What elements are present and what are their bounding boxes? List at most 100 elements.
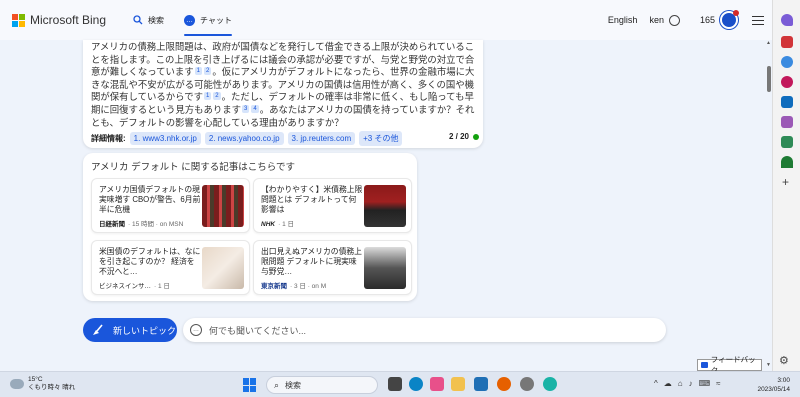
weather-desc: くもり時々 晴れ bbox=[28, 384, 76, 391]
taskbar-search[interactable]: ⌕ 検索 bbox=[266, 376, 378, 394]
start-button[interactable] bbox=[243, 378, 257, 392]
answer-card: アメリカの債務上限問題は、政府が国債などを発行して借金できる上限が決められている… bbox=[83, 40, 483, 148]
news-source: 東京新聞 bbox=[261, 283, 287, 290]
tab-search[interactable]: 検索 bbox=[132, 0, 164, 40]
microsoft-logo-icon bbox=[12, 13, 25, 27]
top-bar: Microsoft Bing 検索 … チャット English ken 165 bbox=[0, 0, 772, 40]
news-meta: NHK · 1 日 bbox=[261, 218, 365, 228]
news-headline: 【わかりやすく】米債務上限問題とは デフォルトって何 影響は bbox=[261, 185, 363, 215]
news-meta: 東京新聞 · 3 日 · on M bbox=[261, 280, 365, 290]
news-card[interactable]: 【わかりやすく】米債務上限問題とは デフォルトって何 影響は NHK · 1 日 bbox=[253, 178, 412, 233]
answer-text: アメリカの債務上限問題は、政府が国債などを発行して借金できる上限が決められている… bbox=[91, 41, 479, 129]
cloud-tray-icon[interactable]: ☁ bbox=[664, 379, 672, 388]
news-card[interactable]: 米国債のデフォルトは、なにを引き起こすのか？ 経済を不況へと… ビジネスインサ…… bbox=[91, 240, 250, 295]
rewards-points[interactable]: 165 bbox=[700, 15, 715, 25]
wifi-icon[interactable]: ≈ bbox=[716, 379, 720, 388]
new-topic-label: 新しいトピック bbox=[113, 325, 177, 336]
system-tray[interactable]: ^ ☁ ⌂ ♪ ⌨ ≈ bbox=[654, 379, 727, 388]
bing-logo[interactable]: Microsoft Bing bbox=[12, 13, 106, 27]
copilot-icon[interactable] bbox=[781, 76, 793, 88]
clock[interactable]: 3:00 2023/05/14 bbox=[752, 376, 790, 394]
file-explorer-icon[interactable] bbox=[451, 377, 465, 391]
chat-icon: … bbox=[184, 14, 196, 26]
news-card[interactable]: アメリカ国債デフォルトの現実味増す CBOが警告、6月前半に危機 日経新聞 · 1… bbox=[91, 178, 250, 233]
broom-icon bbox=[91, 323, 105, 337]
reference-link[interactable]: 3. jp.reuters.com bbox=[287, 131, 356, 145]
reference-link[interactable]: 1. www3.nhk.or.jp bbox=[129, 131, 201, 145]
taskbar: 15°C くもり時々 晴れ ⌕ 検索 ^ ☁ ⌂ ♪ ⌨ ≈ 3:00 2023… bbox=[0, 371, 800, 397]
news-source: 日経新聞 bbox=[99, 221, 125, 228]
shopping-cart-icon[interactable] bbox=[781, 136, 793, 148]
news-thumbnail bbox=[202, 185, 244, 227]
turn-counter-text: 2 / 20 bbox=[448, 132, 469, 141]
brand-name: Microsoft Bing bbox=[30, 13, 107, 27]
clock-time: 3:00 bbox=[777, 377, 790, 384]
search-icon bbox=[132, 15, 143, 26]
keyboard-icon[interactable]: ⌨ bbox=[699, 379, 711, 388]
news-meta: ビジネスインサ… · 1 日 bbox=[99, 280, 203, 290]
taskbar-search-label: 検索 bbox=[285, 380, 302, 390]
toolbox-icon[interactable] bbox=[781, 36, 793, 48]
drop-icon[interactable] bbox=[781, 116, 793, 128]
scroll-down-icon[interactable]: ▼ bbox=[766, 362, 771, 368]
scroll-up-icon[interactable]: ▲ bbox=[766, 40, 771, 46]
more-references-link[interactable]: +3 その他 bbox=[359, 130, 403, 146]
network-icon[interactable]: ⌂ bbox=[678, 379, 683, 388]
settings-app-icon[interactable] bbox=[520, 377, 534, 391]
settings-gear-icon[interactable]: ⚙ bbox=[779, 354, 789, 367]
tag-icon[interactable] bbox=[781, 14, 793, 26]
turn-counter: 2 / 20 bbox=[449, 132, 479, 141]
rewards-icon[interactable] bbox=[720, 10, 739, 29]
news-time: · 15 時間 · on MSN bbox=[128, 221, 184, 228]
tree-icon[interactable] bbox=[781, 156, 793, 168]
edge-icon[interactable] bbox=[409, 377, 423, 391]
volume-icon[interactable]: ♪ bbox=[689, 379, 693, 388]
clock-date: 2023/05/14 bbox=[757, 386, 790, 393]
feedback-button[interactable]: フィードバック bbox=[697, 355, 762, 375]
status-dot-icon bbox=[473, 133, 479, 140]
tab-chat[interactable]: … チャット bbox=[184, 0, 232, 40]
weather-widget[interactable]: 15°C くもり時々 晴れ bbox=[10, 376, 75, 392]
citation-badge[interactable]: 4 bbox=[251, 104, 259, 113]
news-thumbnail bbox=[202, 247, 244, 289]
outlook-icon[interactable] bbox=[781, 96, 793, 108]
add-icon[interactable]: + bbox=[782, 175, 789, 189]
music-app-icon[interactable] bbox=[430, 377, 444, 391]
news-card[interactable]: 出口見えぬアメリカの債務上限問題 デフォルトに現実味 与野党… 東京新聞 · 3 … bbox=[253, 240, 412, 295]
news-time: · 1 日 bbox=[154, 283, 170, 290]
news-meta: 日経新聞 · 15 時間 · on MSN bbox=[99, 218, 203, 228]
weather-temp: 15°C bbox=[28, 376, 43, 383]
news-time: · 3 日 · on M bbox=[290, 283, 327, 290]
citation-badge[interactable]: 2 bbox=[213, 92, 221, 101]
reference-link[interactable]: 2. news.yahoo.co.jp bbox=[204, 131, 284, 145]
chat-input[interactable]: … 何でも聞いてください... bbox=[183, 318, 666, 342]
person-icon[interactable] bbox=[781, 56, 793, 68]
user-icon[interactable] bbox=[668, 14, 680, 26]
language-link[interactable]: English bbox=[608, 15, 638, 25]
tab-search-label: 検索 bbox=[148, 15, 165, 25]
news-headline: 米国債のデフォルトは、なにを引き起こすのか？ 経済を不況へと… bbox=[99, 247, 201, 277]
news-source: ビジネスインサ… bbox=[99, 283, 151, 290]
edge-sidebar: + bbox=[772, 0, 800, 371]
citation-badge[interactable]: 2 bbox=[204, 67, 212, 76]
citation-badge[interactable]: 1 bbox=[194, 67, 203, 76]
cloud-icon bbox=[10, 379, 24, 389]
scroll-thumb[interactable] bbox=[767, 66, 771, 92]
news-thumbnail bbox=[364, 247, 406, 289]
news-headline: 出口見えぬアメリカの債務上限問題 デフォルトに現実味 与野党… bbox=[261, 247, 362, 277]
task-view-icon[interactable] bbox=[388, 377, 402, 391]
new-topic-button[interactable]: 新しいトピック bbox=[83, 318, 177, 342]
citation-badge[interactable]: 1 bbox=[203, 92, 212, 101]
browser-app-icon[interactable] bbox=[543, 377, 557, 391]
news-panel: アメリカ デフォルト に関する記事はこちらです アメリカ国債デフォルトの現実味増… bbox=[83, 153, 417, 301]
firefox-icon[interactable] bbox=[497, 377, 511, 391]
chevron-up-icon[interactable]: ^ bbox=[654, 379, 658, 388]
app-icon[interactable] bbox=[474, 377, 488, 391]
menu-icon[interactable] bbox=[752, 14, 764, 26]
search-icon: ⌕ bbox=[274, 379, 280, 390]
user-name[interactable]: ken bbox=[649, 15, 664, 25]
chat-input-placeholder: 何でも聞いてください... bbox=[209, 325, 306, 336]
chat-input-icon: … bbox=[190, 324, 202, 336]
references-bar: 詳細情報: 1. www3.nhk.or.jp 2. news.yahoo.co… bbox=[91, 130, 479, 146]
citation-badge[interactable]: 3 bbox=[242, 104, 250, 113]
